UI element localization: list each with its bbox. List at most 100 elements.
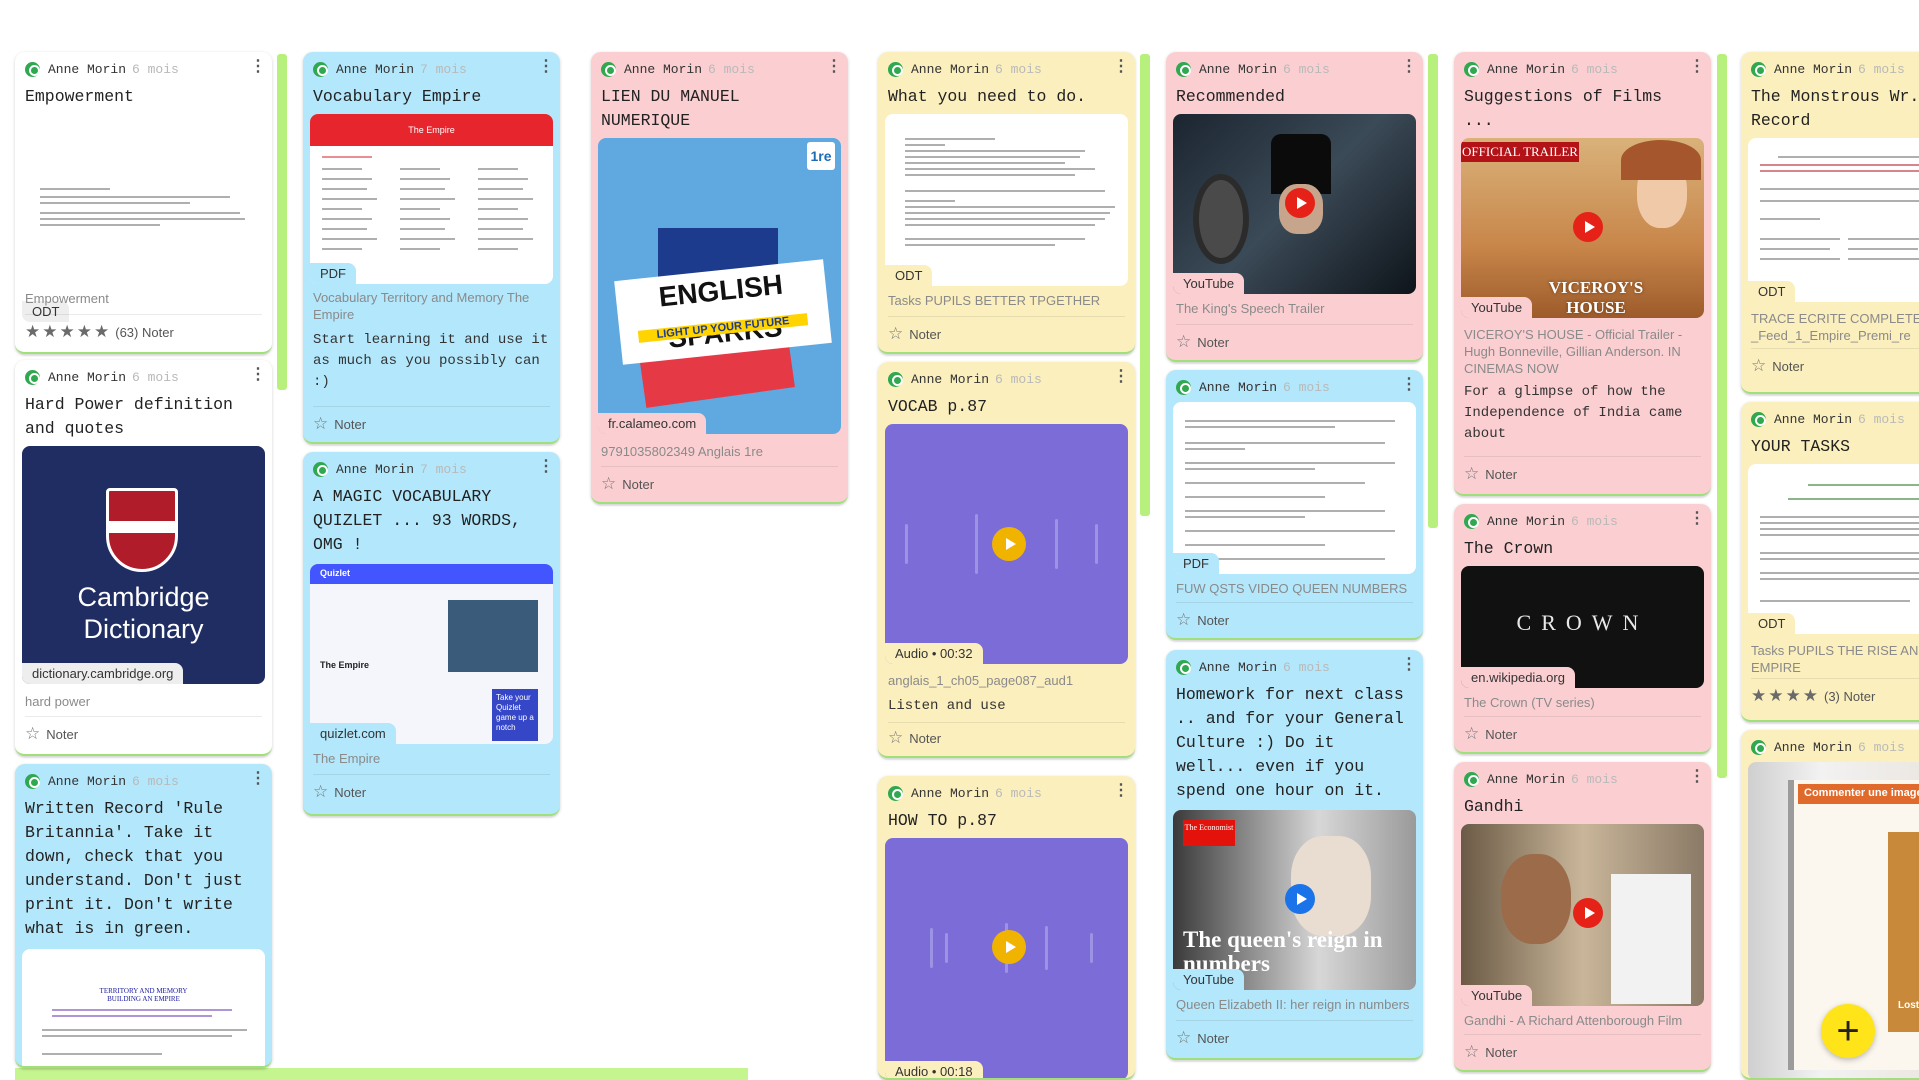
more-options-icon[interactable]: ⋮ <box>1113 780 1129 800</box>
star-icon[interactable]: ★ <box>60 322 75 342</box>
post-card-manuel-numerique[interactable]: Anne Morin 6 mois ⋮ LIEN DU MANUEL NUMERI… <box>591 52 848 504</box>
rate-button[interactable]: ☆ Noter <box>313 414 366 434</box>
rating[interactable]: ★ ★ ★ ★ ★ (63) Noter <box>25 322 174 342</box>
play-icon[interactable] <box>1285 884 1315 914</box>
post-card-how-to-p87[interactable]: Anne Morin 6 mois ⋮ HOW TO p.87 Audio • 0… <box>878 776 1135 1080</box>
post-card-quizlet[interactable]: Anne Morin 7 mois ⋮ A MAGIC VOCABULARY QU… <box>303 452 560 816</box>
star-outline-icon[interactable]: ☆ <box>601 474 616 494</box>
rate-button[interactable]: ☆ Noter <box>888 728 941 748</box>
more-options-icon[interactable]: ⋮ <box>1689 56 1705 76</box>
link-domain: quizlet.com <box>310 723 396 744</box>
play-icon[interactable] <box>1573 898 1603 928</box>
link-preview-image[interactable]: 1re ENGLISH SPARKS LIGHT UP YOUR FUTURE … <box>598 138 841 434</box>
star-outline-icon[interactable]: ☆ <box>25 724 40 744</box>
document-header: The Empire <box>310 114 553 146</box>
post-card-queen-questions[interactable]: Anne Morin 6 mois ⋮ PDF FUW QSTS VIDEO QU… <box>1166 370 1423 640</box>
star-icon[interactable]: ★ <box>25 322 40 342</box>
horizontal-scrollbar[interactable] <box>15 1068 748 1080</box>
attachment-title: Empowerment <box>25 291 109 306</box>
post-card-your-tasks[interactable]: Anne Morin6 mois ⋮ YOUR TASKS ODT Tasks … <box>1741 402 1919 722</box>
more-options-icon[interactable]: ⋮ <box>1689 508 1705 528</box>
document-preview[interactable]: TERRITORY AND MEMORY BUILDING AN EMPIRE <box>22 949 265 1066</box>
video-thumbnail[interactable]: YouTube <box>1173 114 1416 294</box>
post-card-vocabulary-empire[interactable]: Anne Morin 7 mois ⋮ Vocabulary Empire The… <box>303 52 560 444</box>
post-card-empowerment[interactable]: Anne Morin 6 mois ⋮ Empowerment ODT Empow… <box>15 52 272 354</box>
post-card-vocab-p87[interactable]: Anne Morin 6 mois ⋮ VOCAB p.87 Audio • 00… <box>878 362 1135 758</box>
post-card-hard-power[interactable]: Anne Morin 6 mois ⋮ Hard Power definition… <box>15 360 272 756</box>
play-icon[interactable] <box>1285 188 1315 218</box>
star-outline-icon[interactable]: ☆ <box>888 728 903 748</box>
post-card-gandhi[interactable]: Anne Morin 6 mois ⋮ Gandhi YouTube Gandhi… <box>1454 762 1711 1072</box>
video-thumbnail[interactable]: YouTube <box>1461 824 1704 1006</box>
source-badge: YouTube <box>1173 273 1245 294</box>
post-card-film-suggestions[interactable]: Anne Morin 6 mois ⋮ Suggestions of Films … <box>1454 52 1711 496</box>
more-options-icon[interactable]: ⋮ <box>1113 56 1129 76</box>
star-icon[interactable]: ★ <box>77 322 92 342</box>
audio-player[interactable]: Audio • 00:32 <box>885 424 1128 664</box>
play-icon[interactable] <box>1573 212 1603 242</box>
rating[interactable]: ★ ★ ★ ★ (3) Noter <box>1751 686 1875 706</box>
rate-button[interactable]: ☆ Noter <box>25 724 78 744</box>
star-outline-icon[interactable]: ☆ <box>1176 1028 1191 1048</box>
more-options-icon[interactable]: ⋮ <box>250 364 266 384</box>
star-outline-icon[interactable]: ☆ <box>313 414 328 434</box>
play-icon[interactable] <box>992 930 1026 964</box>
crown-logo: CROWN <box>1516 610 1649 635</box>
document-preview[interactable]: ODT <box>1748 464 1919 634</box>
document-preview[interactable]: ODT <box>1748 138 1919 302</box>
video-thumbnail[interactable]: The Economist The queen's reign in numbe… <box>1173 810 1416 990</box>
more-options-icon[interactable]: ⋮ <box>250 56 266 76</box>
audio-player[interactable]: Audio • 00:18 <box>885 838 1128 1078</box>
rate-button[interactable]: ☆ Noter <box>1751 356 1804 376</box>
more-options-icon[interactable]: ⋮ <box>538 456 554 476</box>
document-preview[interactable]: ODT <box>885 114 1128 286</box>
rate-button[interactable]: ☆ Noter <box>1176 610 1229 630</box>
link-preview-image[interactable]: Cambridge Dictionary dictionary.cambridg… <box>22 446 265 684</box>
link-preview-image[interactable]: Quizlet The Empire Take your Quizlet gam… <box>310 564 553 744</box>
more-options-icon[interactable]: ⋮ <box>826 56 842 76</box>
star-icon[interactable]: ★ <box>1786 686 1801 706</box>
star-outline-icon[interactable]: ☆ <box>1176 332 1191 352</box>
document-preview[interactable]: PDF <box>1173 402 1416 574</box>
star-outline-icon[interactable]: ☆ <box>1464 464 1479 484</box>
star-outline-icon[interactable]: ☆ <box>1464 1042 1479 1062</box>
post-card-monstrous-record[interactable]: Anne Morin6 mois ⋮ The Monstrous Wr... R… <box>1741 52 1919 394</box>
rate-button[interactable]: ☆ Noter <box>1464 464 1517 484</box>
video-thumbnail[interactable]: OFFICIAL TRAILER VICEROY'S HOUSE YouTube <box>1461 138 1704 318</box>
rate-button[interactable]: ☆ Noter <box>1176 332 1229 352</box>
more-options-icon[interactable]: ⋮ <box>1401 654 1417 674</box>
post-card-recommended[interactable]: Anne Morin 6 mois ⋮ Recommended YouTube T… <box>1166 52 1423 362</box>
post-card-homework-queen[interactable]: Anne Morin 6 mois ⋮ Homework for next cla… <box>1166 650 1423 1060</box>
more-options-icon[interactable]: ⋮ <box>1401 374 1417 394</box>
star-outline-icon[interactable]: ☆ <box>1751 356 1766 376</box>
more-options-icon[interactable]: ⋮ <box>1113 366 1129 386</box>
star-icon[interactable]: ★ <box>1751 686 1766 706</box>
star-outline-icon[interactable]: ☆ <box>1464 724 1479 744</box>
post-card-what-you-need[interactable]: Anne Morin 6 mois ⋮ What you need to do. … <box>878 52 1135 354</box>
star-icon[interactable]: ★ <box>42 322 57 342</box>
play-icon[interactable] <box>992 527 1026 561</box>
more-options-icon[interactable]: ⋮ <box>538 56 554 76</box>
more-options-icon[interactable]: ⋮ <box>1401 56 1417 76</box>
rate-button[interactable]: ☆ Noter <box>1464 1042 1517 1062</box>
rate-button[interactable]: ☆ Noter <box>1176 1028 1229 1048</box>
post-author: Anne Morin 6 mois <box>1176 378 1413 396</box>
rating-count: (63) Noter <box>115 324 174 340</box>
document-preview[interactable]: The Empire PDF <box>310 114 553 284</box>
star-outline-icon[interactable]: ☆ <box>1176 610 1191 630</box>
add-post-button[interactable]: + <box>1821 1004 1875 1058</box>
star-icon[interactable]: ★ <box>1803 686 1818 706</box>
more-options-icon[interactable]: ⋮ <box>1689 766 1705 786</box>
post-card-the-crown[interactable]: Anne Morin 6 mois ⋮ The Crown CROWN en.wi… <box>1454 504 1711 754</box>
star-icon[interactable]: ★ <box>94 322 109 342</box>
rate-button[interactable]: ☆ Noter <box>313 782 366 802</box>
star-icon[interactable]: ★ <box>1768 686 1783 706</box>
rate-button[interactable]: ☆ Noter <box>888 324 941 344</box>
rate-button[interactable]: ☆ Noter <box>601 474 654 494</box>
star-outline-icon[interactable]: ☆ <box>888 324 903 344</box>
star-outline-icon[interactable]: ☆ <box>313 782 328 802</box>
link-preview-image[interactable]: CROWN en.wikipedia.org <box>1461 566 1704 688</box>
post-card-written-record[interactable]: Anne Morin 6 mois ⋮ Written Record 'Rule … <box>15 764 272 1068</box>
rate-button[interactable]: ☆ Noter <box>1464 724 1517 744</box>
more-options-icon[interactable]: ⋮ <box>250 768 266 788</box>
